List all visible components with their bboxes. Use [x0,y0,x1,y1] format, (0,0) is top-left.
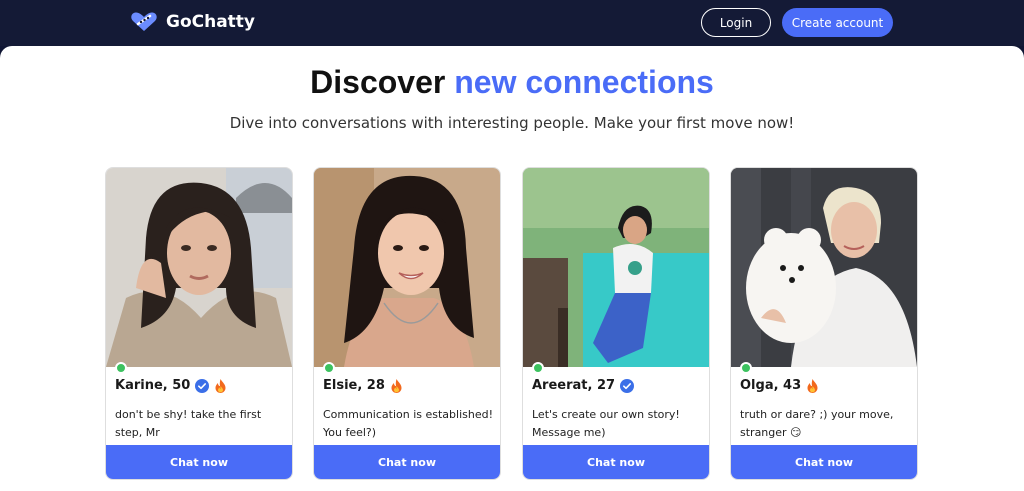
online-status-dot [740,362,752,374]
main-content: Discover new connections Dive into conve… [0,46,1024,491]
login-button[interactable]: Login [701,8,771,37]
profile-name-row: Olga, 43 [740,378,819,393]
profile-name: Karine, 50 [115,378,191,393]
profile-name-row: Elsie, 28 [323,378,403,393]
profile-card[interactable]: Elsie, 28 Communication is established! … [313,167,501,480]
profile-name: Olga, 43 [740,378,802,393]
chat-now-button[interactable]: Chat now [314,445,500,479]
create-account-button[interactable]: Create account [782,8,893,37]
profile-card[interactable]: Karine, 50 don't be shy! take the first … [105,167,293,480]
page-title-accent: new connections [454,64,714,100]
verified-badge-icon [620,378,635,393]
profile-bio: Communication is established! You feel?) [323,408,493,439]
chat-now-button[interactable]: Chat now [731,445,917,479]
online-status-dot [115,362,127,374]
profile-card[interactable]: Areerat, 27 Let's create our own story! … [522,167,710,480]
verified-badge-icon [195,378,210,393]
profile-bio: don't be shy! take the first step, Mr [115,408,262,439]
profile-bio: Let's create our own story! Message me) [532,408,680,439]
chat-now-button[interactable]: Chat now [106,445,292,479]
profile-name: Elsie, 28 [323,378,385,393]
heart-chat-logo-icon [131,12,157,31]
online-status-dot [323,362,335,374]
chat-now-button[interactable]: Chat now [523,445,709,479]
page-title-prefix: Discover [310,64,446,100]
brand-name: GoChatty [166,12,256,32]
profile-photo[interactable] [731,168,917,367]
profile-photo[interactable] [106,168,292,367]
profile-name: Areerat, 27 [532,378,616,393]
profile-photo[interactable] [314,168,500,367]
profile-bio: truth or dare? ;) your move, stranger 😏 [740,408,894,439]
page-subtitle: Dive into conversations with interesting… [229,114,795,132]
fire-icon [807,378,818,393]
top-navigation-bar: GoChatty Login Create account [0,0,1024,46]
profile-name-row: Areerat, 27 [532,378,635,393]
fire-icon [391,378,402,393]
fire-icon [215,378,226,393]
profile-card[interactable]: Olga, 43 truth or dare? ;) your move, st… [730,167,918,480]
page-title: Discover new connections [0,64,1024,101]
profile-name-row: Karine, 50 [115,378,227,393]
online-status-dot [532,362,544,374]
brand-logo[interactable]: GoChatty [130,11,255,33]
profile-photo[interactable] [523,168,709,367]
